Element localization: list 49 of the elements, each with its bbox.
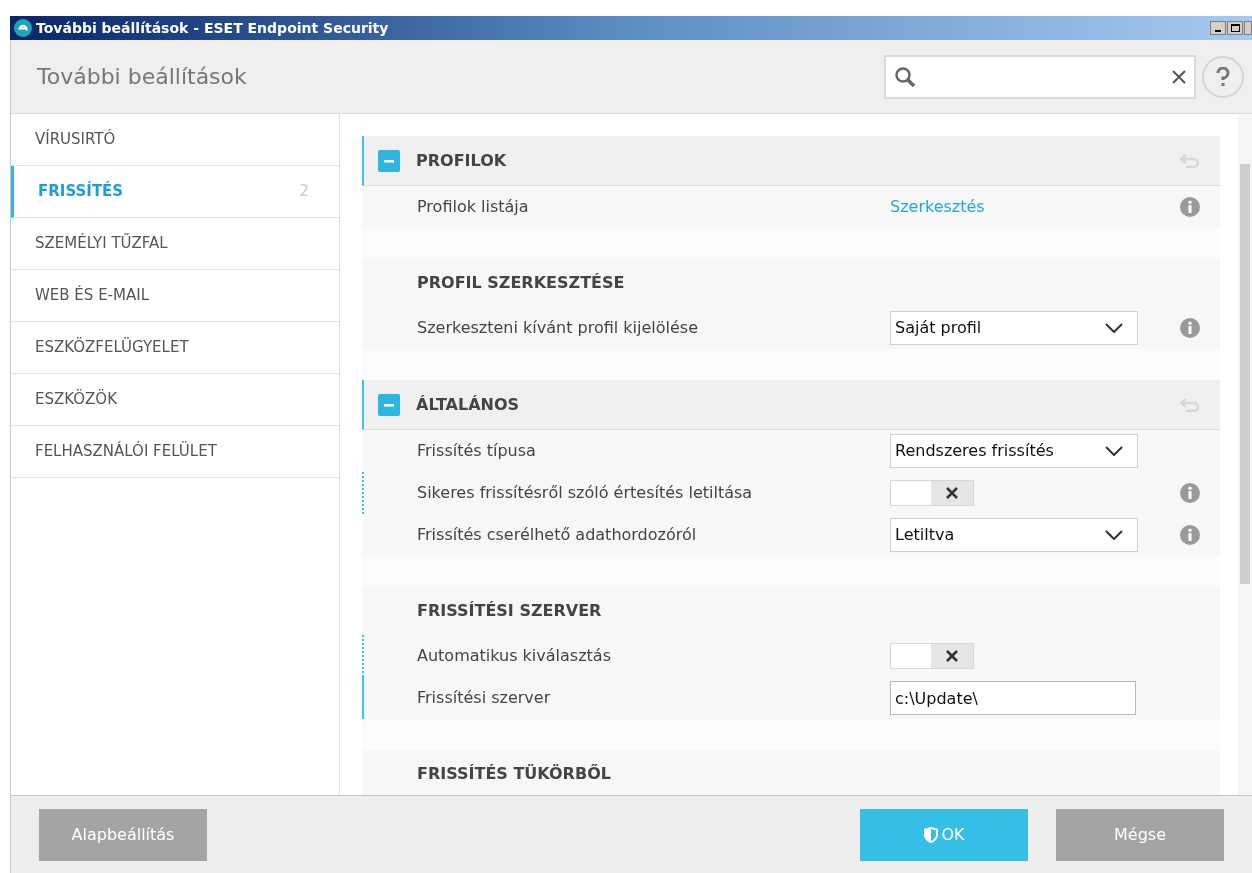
help-button[interactable] [1202,55,1244,98]
scrollbar[interactable] [1238,114,1252,795]
chevron-down-icon [1105,446,1123,456]
setting-label: Frissítés cserélhető adathordozóról [417,524,698,546]
subsection-title: FRISSÍTÉSI SZERVER [417,600,602,622]
setting-label: Frissítési szerver [417,687,552,709]
question-icon [1216,66,1230,87]
info-icon[interactable] [1180,483,1200,503]
sidebar-item[interactable]: ESZKÖZÖK [11,374,339,426]
toggle-switch[interactable] [890,480,974,506]
info-icon[interactable] [1180,318,1200,338]
subsection-title: PROFIL SZERKESZTÉSE [417,272,625,294]
dropdown[interactable]: Saját profil [890,311,1138,345]
chevron-down-icon [1105,530,1123,540]
page-title: További beállítások [37,63,248,91]
sidebar-item[interactable]: ESZKÖZFELÜGYELET [11,322,339,374]
section-header[interactable]: PROFILOK [362,136,1220,186]
server-input-field[interactable]: c:\Update\ [890,681,1136,715]
maximize-button[interactable] [1227,21,1243,35]
subsection-title: FRISSÍTÉS TÜKÖRBŐL [417,763,611,785]
minus-icon[interactable] [378,149,400,172]
search-icon [894,65,916,88]
dropdown[interactable]: Rendszeres frissítés [890,434,1138,468]
section-title: PROFILOK [416,149,508,172]
section-header[interactable]: ÁLTALÁNOS [362,380,1220,430]
minimize-button[interactable] [1210,21,1226,35]
clear-icon[interactable] [1172,69,1186,84]
sidebar-item[interactable]: SZEMÉLYI TŰZFAL [11,218,339,270]
sidebar-item[interactable]: FELHASZNÁLÓI FELÜLET [11,426,339,478]
setting-label: Profilok listája [417,196,530,218]
toggle-switch[interactable] [890,643,974,669]
setting-label: Automatikus kiválasztás [417,645,612,667]
cross-icon [946,487,958,499]
dropdown[interactable]: Letiltva [890,518,1138,552]
cross-icon [946,650,958,662]
setting-label: Szerkeszteni kívánt profil kijelölése [417,317,699,339]
app-logo-icon [14,19,32,37]
shield-icon [923,825,940,844]
search-field[interactable] [884,54,1196,99]
section-title: ÁLTALÁNOS [416,393,521,416]
window-title: További beállítások - ESET Endpoint Security [36,18,390,38]
chevron-down-icon [1105,323,1123,333]
sidebar-item[interactable]: WEB ÉS E-MAIL [11,270,339,322]
sidebar-item[interactable]: VÍRUSIRTÓ [11,114,339,166]
minus-icon[interactable] [378,393,400,416]
info-icon[interactable] [1180,197,1200,217]
info-icon[interactable] [1180,525,1200,545]
setting-label: Frissítés típusa [417,440,537,462]
setting-label: Sikeres frissítésről szóló értesítés letiltása [417,482,754,504]
